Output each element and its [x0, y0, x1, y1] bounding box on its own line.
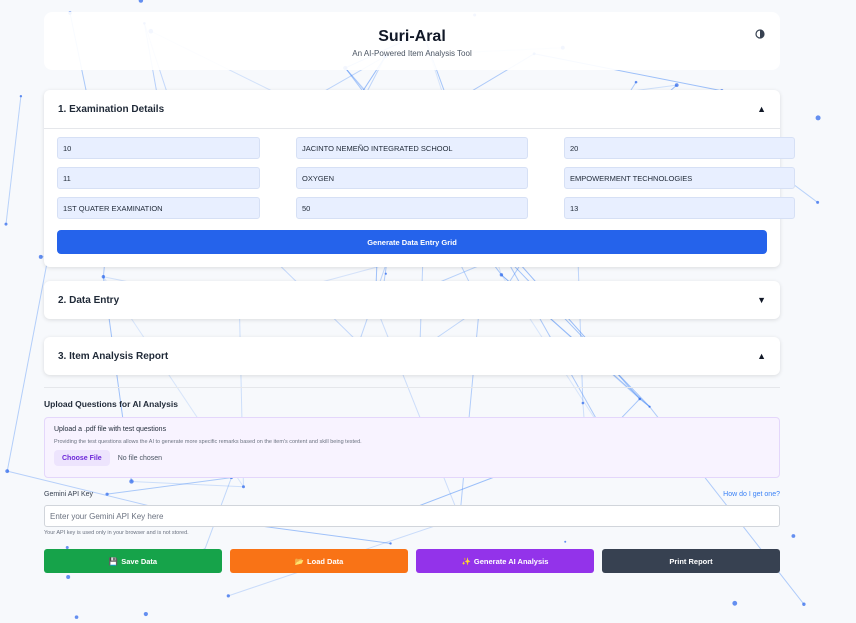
- save-data-button[interactable]: 💾 Save Data: [44, 549, 222, 573]
- exam-field[interactable]: 1ST QUATER EXAMINATION: [57, 197, 260, 219]
- exam-field[interactable]: 13: [564, 197, 795, 219]
- exam-field[interactable]: 11: [57, 167, 260, 189]
- report-card: 3. Item Analysis Report ▲: [44, 337, 780, 375]
- load-data-button[interactable]: 📂 Load Data: [230, 549, 408, 573]
- api-key-input[interactable]: [44, 505, 780, 527]
- file-status: No file chosen: [117, 454, 163, 462]
- choose-file-button[interactable]: Choose File: [54, 450, 110, 466]
- exam-details-header[interactable]: 1. Examination Details ▲: [44, 90, 780, 128]
- file-input: Choose File No file chosen: [54, 450, 770, 466]
- upload-heading: Upload Questions for AI Analysis: [44, 399, 178, 409]
- upload-title: Upload a .pdf file with test questions: [54, 426, 167, 433]
- exam-field[interactable]: OXYGEN: [296, 167, 528, 189]
- data-entry-card: 2. Data Entry ▼: [44, 281, 780, 319]
- report-title: 3. Item Analysis Report: [58, 350, 169, 362]
- floppy-disk-icon: 💾: [108, 556, 119, 566]
- app-title: Suri-Aral: [378, 28, 446, 45]
- print-report-button[interactable]: Print Report: [602, 549, 780, 573]
- chevron-up-icon[interactable]: ▲: [757, 351, 766, 361]
- generate-grid-button[interactable]: Generate Data Entry Grid: [57, 230, 767, 254]
- exam-field[interactable]: 10: [57, 137, 260, 159]
- upload-description: Providing the test questions allows the …: [54, 439, 362, 445]
- generate-ai-label: Generate AI Analysis: [473, 556, 549, 566]
- chevron-up-icon[interactable]: ▲: [757, 104, 766, 114]
- folder-icon: 📂: [294, 556, 305, 566]
- app-header: Suri-Aral An AI-Powered Item Analysis To…: [44, 12, 780, 70]
- exam-field[interactable]: JACINTO NEMEÑO INTEGRATED SCHOOL: [296, 137, 528, 159]
- section-divider: [44, 387, 780, 388]
- exam-details-grid: 10 JACINTO NEMEÑO INTEGRATED SCHOOL 20 1…: [57, 137, 795, 219]
- exam-field[interactable]: 50: [296, 197, 528, 219]
- upload-box: Upload a .pdf file with test questions P…: [44, 417, 780, 478]
- action-bar: 💾 Save Data 📂 Load Data ✨ Generate AI An…: [44, 549, 780, 573]
- sparkles-icon: ✨: [461, 556, 471, 566]
- exam-field[interactable]: EMPOWERMENT TECHNOLOGIES: [564, 167, 795, 189]
- app-subtitle: An AI-Powered Item Analysis Tool: [352, 49, 472, 58]
- load-data-label: Load Data: [307, 556, 344, 566]
- api-key-label: Gemini API Key: [44, 491, 94, 498]
- exam-field[interactable]: 20: [564, 137, 795, 159]
- api-help-link[interactable]: How do I get one?: [723, 491, 780, 498]
- api-key-note: Your API key is used only in your browse…: [44, 530, 189, 536]
- save-data-label: Save Data: [121, 556, 158, 566]
- report-header[interactable]: 3. Item Analysis Report ▲: [44, 337, 780, 375]
- print-report-label: Print Report: [669, 556, 713, 566]
- exam-details-title: 1. Examination Details: [58, 103, 165, 115]
- generate-ai-analysis-button[interactable]: ✨ Generate AI Analysis: [416, 549, 594, 573]
- contrast-icon[interactable]: [754, 28, 766, 40]
- data-entry-header[interactable]: 2. Data Entry ▼: [44, 281, 780, 319]
- chevron-down-icon[interactable]: ▼: [757, 295, 766, 305]
- data-entry-title: 2. Data Entry: [58, 294, 120, 306]
- exam-details-card: 1. Examination Details ▲ 10 JACINTO NEME…: [44, 90, 795, 267]
